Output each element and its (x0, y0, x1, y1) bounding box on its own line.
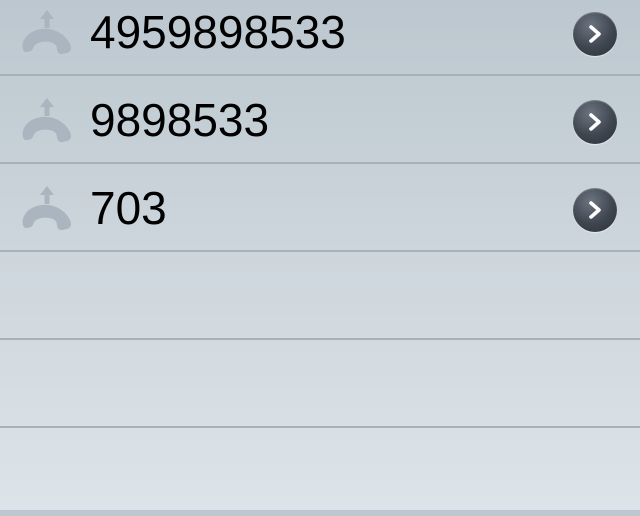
chevron-right-icon[interactable] (573, 100, 617, 144)
recent-calls-list: 4959898533 9898533 703 (0, 0, 640, 516)
empty-list-row (0, 428, 640, 516)
outgoing-call-icon (18, 182, 76, 240)
outgoing-call-icon (18, 6, 76, 64)
list-item[interactable]: 703 (0, 164, 640, 252)
list-item[interactable]: 4959898533 (0, 0, 640, 76)
chevron-right-icon[interactable] (573, 12, 617, 56)
chevron-right-icon[interactable] (573, 188, 617, 232)
empty-list-row (0, 252, 640, 340)
phone-number: 4959898533 (90, 6, 346, 58)
empty-list-row (0, 340, 640, 428)
outgoing-call-icon (18, 94, 76, 152)
phone-number: 703 (90, 182, 167, 234)
list-item[interactable]: 9898533 (0, 76, 640, 164)
phone-number: 9898533 (90, 94, 270, 146)
